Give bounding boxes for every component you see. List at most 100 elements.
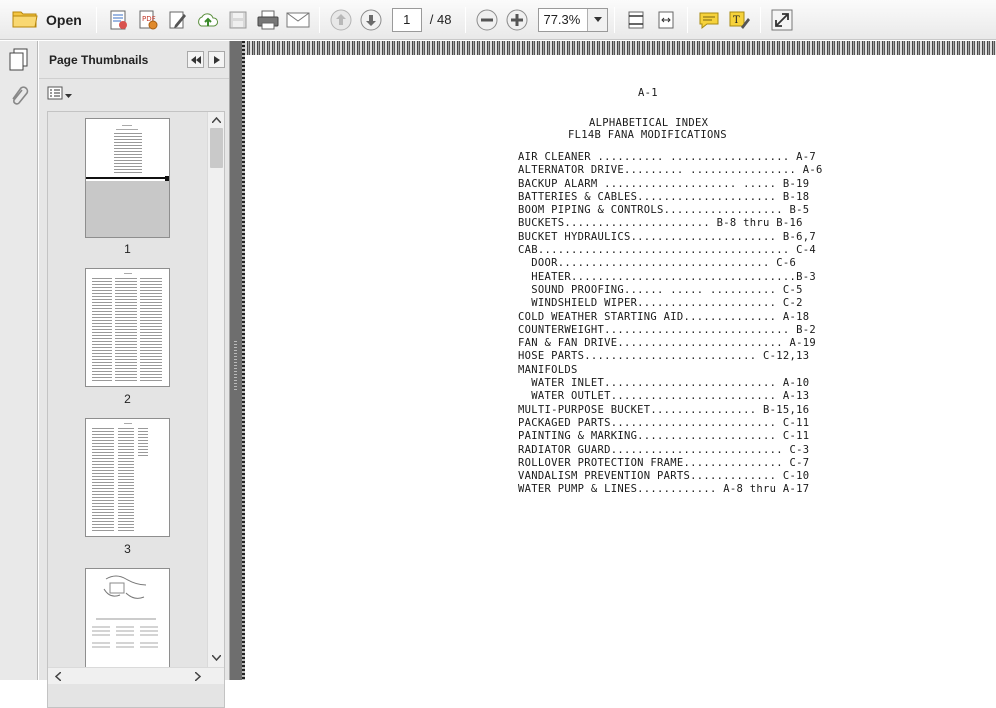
- panel-options-bar: [39, 79, 229, 109]
- fit-width-icon: [655, 9, 677, 31]
- thumbnail-page-3[interactable]: [85, 418, 170, 537]
- scan-noise-border: [242, 41, 245, 680]
- chevron-down-icon[interactable]: [587, 8, 608, 31]
- index-entry: WATER INLET.......................... A-…: [518, 377, 810, 390]
- thumbnail-page-4[interactable]: [85, 568, 170, 668]
- minus-circle-icon: [475, 8, 499, 32]
- navigation-icon-column: [0, 41, 38, 680]
- toolbar-separator: [614, 6, 616, 33]
- expand-panel-button[interactable]: [208, 51, 225, 68]
- expand-button[interactable]: [767, 5, 797, 35]
- index-entry: BACKUP ALARM .................... ..... …: [518, 177, 810, 190]
- thumbnail-label: 1: [124, 242, 131, 256]
- next-page-button[interactable]: [356, 5, 386, 35]
- toolbar-separator: [687, 6, 689, 33]
- index-subtitle: FL14B FANA MODIFICATIONS: [568, 129, 727, 141]
- folder-icon: [12, 8, 38, 31]
- page-thumbnails-panel: Page Thumbnails 1 2 3: [39, 41, 230, 708]
- index-entry: WATER PUMP & LINES............ A-8 thru …: [518, 483, 810, 496]
- zoom-out-button[interactable]: [472, 5, 502, 35]
- index-entry: HOSE PARTS.......................... C-1…: [518, 350, 810, 363]
- settings-document-button[interactable]: PDF: [133, 5, 163, 35]
- page-total-label: / 48: [429, 12, 452, 27]
- fit-width-button[interactable]: [651, 5, 681, 35]
- index-entry: WINDSHIELD WIPER..................... C-…: [518, 297, 803, 310]
- triangle-right-icon: [213, 53, 220, 67]
- attachments-tab[interactable]: [0, 79, 38, 117]
- thumbnail-vertical-scrollbar[interactable]: [207, 112, 224, 667]
- index-entry: MANIFOLDS: [518, 363, 578, 376]
- thumbnail-page-1[interactable]: [85, 118, 170, 238]
- double-chevron-left-icon: [190, 53, 201, 67]
- pages-icon: [8, 47, 30, 74]
- page-number-input[interactable]: 1: [391, 7, 422, 32]
- thumbnail-page-preview: [86, 119, 169, 179]
- index-entry: HEATER..................................…: [518, 270, 816, 283]
- save-button[interactable]: [223, 5, 253, 35]
- thumbnail-list: 1 2 3: [47, 111, 225, 708]
- thumbnail-viewport-overlay: [86, 181, 169, 237]
- expand-arrows-icon: [771, 9, 793, 31]
- thumbnail-horizontal-scrollbar[interactable]: [48, 667, 224, 685]
- create-pdf-icon: [107, 9, 129, 31]
- edit-pencil-icon: [167, 9, 189, 31]
- index-entry: PAINTING & MARKING..................... …: [518, 430, 810, 443]
- arrow-up-circle-icon: [329, 8, 353, 32]
- document-gear-icon: PDF: [137, 9, 159, 31]
- index-entry: RADIATOR GUARD..........................…: [518, 443, 810, 456]
- create-pdf-button[interactable]: [103, 5, 133, 35]
- panel-splitter[interactable]: [230, 41, 242, 680]
- scroll-left-arrow-icon[interactable]: [50, 668, 66, 685]
- resize-handle[interactable]: [165, 176, 169, 181]
- index-entry: COUNTERWEIGHT...........................…: [518, 323, 816, 336]
- page-thumbnails-tab[interactable]: [0, 41, 38, 79]
- toolbar-separator: [760, 6, 762, 33]
- thumbnail-diagram-preview: [92, 575, 158, 648]
- plus-circle-icon: [505, 8, 529, 32]
- fit-page-button[interactable]: [621, 5, 651, 35]
- scroll-up-arrow-icon[interactable]: [208, 112, 224, 128]
- chevron-down-icon: [65, 87, 72, 101]
- splitter-grip[interactable]: [234, 341, 237, 391]
- highlight-button[interactable]: T: [724, 5, 754, 35]
- print-button[interactable]: [253, 5, 283, 35]
- toolbar-separator: [318, 6, 320, 33]
- svg-text:T: T: [733, 15, 740, 26]
- scrollbar-thumb[interactable]: [210, 128, 223, 168]
- zoom-level-value[interactable]: 77.3%: [539, 12, 587, 27]
- scroll-down-arrow-icon[interactable]: [208, 650, 224, 666]
- upload-cloud-button[interactable]: [193, 5, 223, 35]
- highlighter-pen-icon: T: [727, 9, 751, 31]
- previous-page-button[interactable]: [326, 5, 356, 35]
- fit-page-icon: [625, 9, 647, 31]
- paperclip-icon: [9, 85, 29, 112]
- index-entry: PACKAGED PARTS......................... …: [518, 416, 810, 429]
- document-page: A-1 ALPHABETICAL INDEX FL14B FANA MODIFI…: [518, 87, 823, 497]
- index-entry: FAN & FAN DRIVE.........................…: [518, 337, 816, 350]
- email-button[interactable]: [283, 5, 313, 35]
- arrow-down-circle-icon: [359, 8, 383, 32]
- zoom-level-select[interactable]: 77.3%: [538, 7, 609, 32]
- index-entry: DOOR................................ C-6: [518, 257, 797, 270]
- main-toolbar: Open PDF 1 / 48 77.3% T: [0, 0, 996, 40]
- printer-icon: [256, 9, 280, 31]
- open-button[interactable]: Open: [4, 5, 90, 35]
- index-entry: MULTI-PURPOSE BUCKET................ B-1…: [518, 403, 810, 416]
- zoom-in-button[interactable]: [502, 5, 532, 35]
- index-entry: COLD WEATHER STARTING AID.............. …: [518, 310, 810, 323]
- collapse-panel-button[interactable]: [187, 51, 204, 68]
- edit-document-button[interactable]: [163, 5, 193, 35]
- envelope-icon: [286, 11, 310, 29]
- page-id: A-1: [638, 87, 658, 99]
- thumbnail-options-button[interactable]: [47, 86, 72, 103]
- document-view[interactable]: A-1 ALPHABETICAL INDEX FL14B FANA MODIFI…: [242, 41, 996, 680]
- index-entry: AIR CLEANER .......... .................…: [518, 151, 816, 163]
- panel-header: Page Thumbnails: [39, 41, 229, 79]
- thumbnail-label: 3: [124, 542, 131, 556]
- thumbnail-page-2[interactable]: [85, 268, 170, 387]
- scroll-right-arrow-icon[interactable]: [190, 668, 206, 685]
- cloud-upload-icon: [196, 9, 220, 31]
- save-disk-icon: [228, 10, 248, 30]
- comment-button[interactable]: [694, 5, 724, 35]
- toolbar-separator: [465, 6, 467, 33]
